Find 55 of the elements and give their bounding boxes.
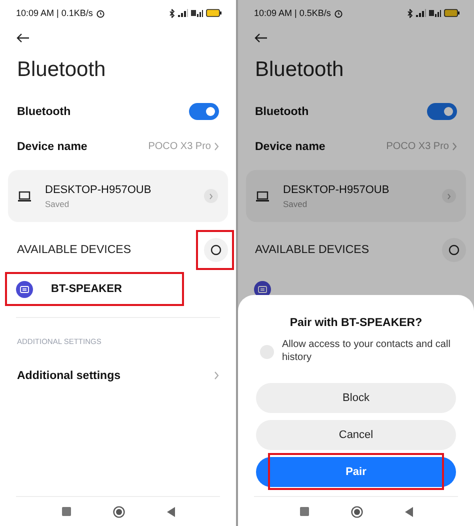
chevron-icon [214,142,219,151]
status-time: 10:09 AM | 0.1KB/s [16,8,93,18]
device-card[interactable]: DESKTOP-H957OUB Saved [8,170,228,222]
square-icon[interactable] [300,507,308,516]
setting-label: Bluetooth [255,106,309,118]
status-time: 10:09 AM | 0.5KB/s [254,8,331,18]
refresh-icon [448,244,460,256]
alarm-icon [334,8,343,18]
signal-icon [191,9,203,17]
device-name[interactable]: BT-SPEAKER [51,283,122,295]
back-icon[interactable] [254,33,268,43]
chevron-icon [452,142,457,151]
bluetooth-icon [407,8,413,18]
refresh-button[interactable] [442,238,466,262]
setting-label: Device name [255,140,326,152]
device-name: DESKTOP-H957OUB [45,184,152,196]
signal-icon [429,9,441,17]
toggle-switch[interactable] [189,103,219,120]
setting-value: POCO X3 Pro [386,141,449,152]
dialog-button[interactable]: Block [256,383,456,413]
home-icon[interactable] [112,506,124,518]
speaker-icon[interactable] [16,280,33,298]
battery-icon [206,9,222,17]
back-triangle-icon[interactable] [404,506,412,516]
signal-icon [416,9,426,17]
section-heading: AVAILABLE DEVICES [17,244,131,256]
back-triangle-icon[interactable] [166,506,174,516]
home-icon[interactable] [350,506,362,518]
refresh-icon [210,244,222,256]
chevron-icon [214,371,219,380]
bluetooth-icon [169,8,175,18]
setting-label[interactable]: Additional settings [17,370,120,382]
square-icon[interactable] [62,507,70,516]
setting-label: Bluetooth [17,106,71,118]
device-card[interactable]: DESKTOP-H957OUB Saved [246,170,466,222]
page-title: Bluetooth [254,57,345,83]
refresh-button[interactable] [204,238,228,262]
device-name: DESKTOP-H957OUB [283,184,390,196]
option-label: Allow access to your contacts and call history [282,339,452,364]
dialog-title: Pair with BT-SPEAKER? [288,317,424,329]
alarm-icon [96,8,105,18]
device-status: Saved [45,198,70,208]
setting-label: Device name [17,140,88,152]
page-title: Bluetooth [16,57,107,83]
laptop-icon [256,190,269,202]
laptop-icon [18,190,31,202]
signal-icon [178,9,188,17]
dialog-button[interactable]: Cancel [256,420,456,450]
back-icon[interactable] [16,33,30,43]
dialog-button[interactable]: Pair [256,457,456,487]
battery-icon [444,9,460,17]
section-heading: AVAILABLE DEVICES [255,244,369,256]
setting-value: POCO X3 Pro [148,141,211,152]
toggle-switch[interactable] [427,103,457,120]
device-status: Saved [283,198,308,208]
